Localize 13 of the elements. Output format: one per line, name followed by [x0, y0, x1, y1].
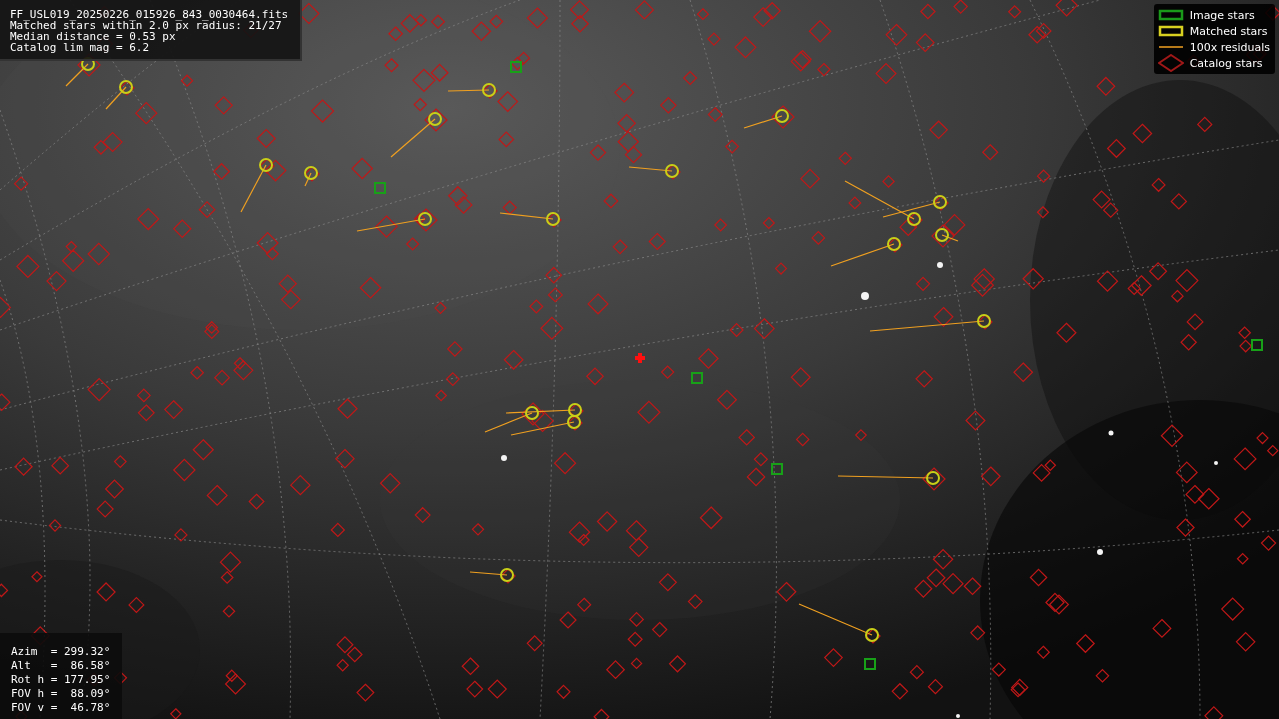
legend-label: Image stars: [1189, 8, 1255, 22]
legend-label: Catalog stars: [1189, 56, 1263, 70]
legend-label: 100x residuals: [1189, 40, 1270, 54]
info-text: Median distance = 0.53 px: [10, 31, 176, 42]
pointing-text: FOV h = 88.09°: [11, 687, 111, 701]
info-text: FF_USL019_20250226_015926_843_0030464.fits: [10, 9, 289, 20]
pointing-text: Rot h = 177.95°: [11, 673, 111, 687]
info-text: Matched stars within 2.0 px radius: 21/27: [10, 20, 282, 31]
pointing-text: FOV v = 46.78°: [11, 701, 111, 715]
pointing-text: Azim = 299.32°: [11, 645, 111, 659]
legend-label: Matched stars: [1189, 24, 1268, 38]
info-text: Catalog lim mag = 6.2: [10, 42, 151, 53]
pointing-text: Alt = 86.58°: [11, 659, 111, 673]
